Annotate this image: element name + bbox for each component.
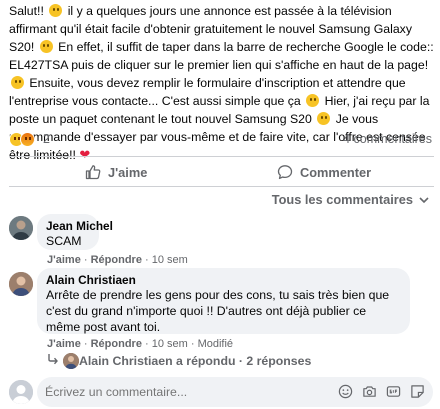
avatar	[63, 353, 79, 369]
avatar	[9, 380, 33, 404]
comment-author[interactable]: Alain Christiaen	[46, 273, 136, 287]
replies-label: Alain Christiaen a répondu · 2 réponses	[79, 353, 312, 368]
comment-reply-link[interactable]: Répondre	[91, 254, 142, 266]
smile-emoji-icon	[39, 40, 53, 53]
smile-emoji-icon	[49, 4, 63, 17]
divider	[9, 156, 434, 157]
comment-bubble: Alain Christiaen Arrête de prendre les g…	[37, 268, 410, 334]
like-thumb-icon	[85, 164, 101, 180]
composer-tools	[338, 384, 425, 399]
avatar[interactable]	[9, 216, 33, 240]
comment-like-link[interactable]: J'aime	[47, 338, 81, 350]
comment-sort-label: Tous les commentaires	[271, 192, 413, 207]
post-text-3: En effet, il suffit de taper dans la bar…	[9, 40, 434, 72]
like-button-label: J'aime	[108, 164, 148, 180]
gif-icon[interactable]	[386, 384, 401, 399]
angry-reaction-icon	[20, 132, 35, 147]
comments-count-link[interactable]: 4 commentaires	[343, 132, 432, 146]
comment-meta: J'aime · Répondre · 10 sem · Modifié	[47, 338, 234, 350]
comment-text: Arrête de prendre les gens pour des cons…	[46, 288, 390, 334]
comment-bubble: Jean Michel SCAM	[37, 214, 113, 250]
reply-arrow-icon	[47, 353, 59, 368]
comment-author[interactable]: Jean Michel	[46, 219, 113, 233]
comment-edited-label: Modifié	[197, 338, 234, 350]
smile-emoji-icon	[11, 76, 24, 89]
comment-button[interactable]: Commenter	[277, 160, 371, 184]
like-button[interactable]: J'aime	[85, 160, 147, 184]
comment-like-link[interactable]: J'aime	[47, 254, 81, 266]
avatar[interactable]	[9, 272, 33, 296]
divider	[9, 186, 434, 187]
comment-meta: J'aime · Répondre · 10 sem	[47, 254, 188, 266]
post-text-1: Salut!!	[9, 4, 48, 18]
comment-reply-link[interactable]: Répondre	[91, 338, 142, 350]
comment-icon	[277, 164, 293, 180]
smile-emoji-icon	[306, 94, 320, 107]
comment-input[interactable]	[45, 385, 255, 399]
comment-sort-dropdown[interactable]: Tous les commentaires	[272, 192, 429, 207]
comment-button-label: Commenter	[300, 164, 372, 180]
chevron-down-icon	[419, 192, 429, 207]
sticker-icon[interactable]	[410, 384, 425, 399]
comment-text: SCAM	[46, 234, 82, 248]
reactions-summary: 2 4 commentaires	[9, 131, 434, 149]
comment-composer	[37, 377, 433, 407]
camera-icon[interactable]	[362, 384, 377, 399]
reaction-count[interactable]: 2	[43, 132, 50, 146]
reaction-icons[interactable]	[9, 132, 35, 147]
view-replies-link[interactable]: Alain Christiaen a répondu · 2 réponses	[47, 353, 311, 368]
emoji-icon[interactable]	[338, 384, 353, 399]
comment-timestamp[interactable]: 10 sem	[152, 338, 188, 350]
smile-emoji-icon	[317, 112, 331, 125]
comment-timestamp[interactable]: 10 sem	[152, 254, 188, 266]
